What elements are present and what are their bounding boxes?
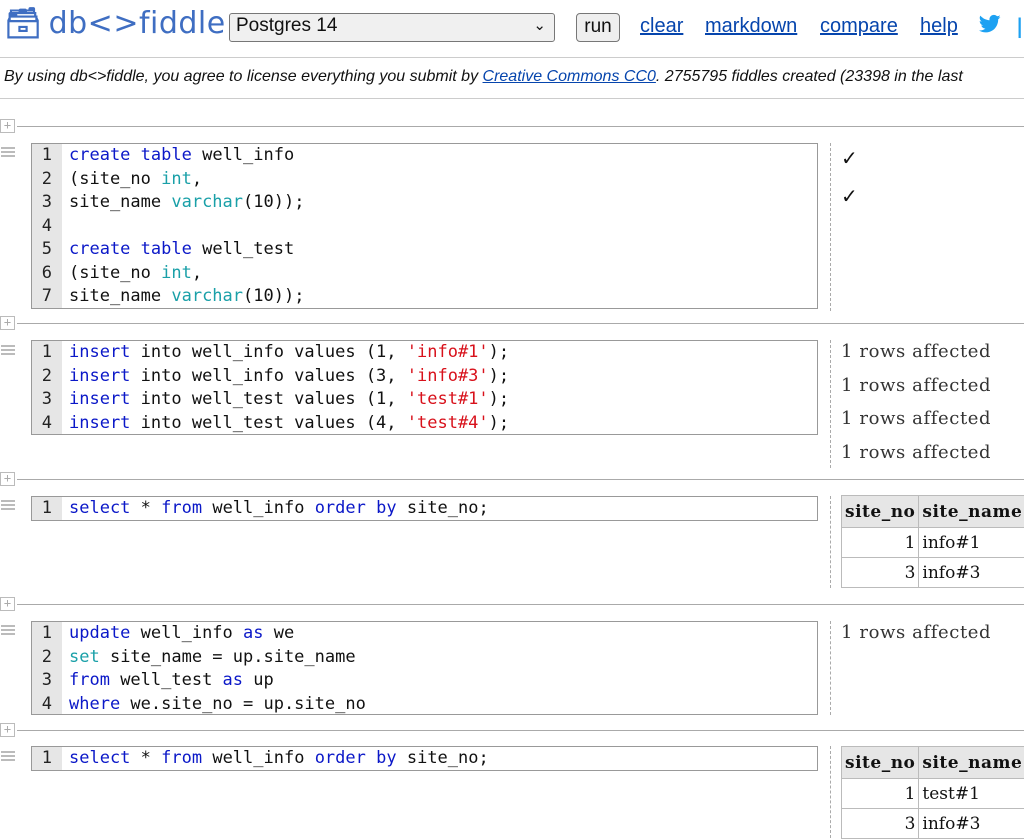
code-line: 4 (32, 215, 817, 239)
fiddle-output: ✓ ✓ (841, 143, 858, 219)
fiddle-divider (17, 730, 1024, 731)
add-fiddle-plus-icon[interactable]: + (0, 316, 15, 330)
code-line: 2set site_name = up.site_name (32, 646, 817, 670)
output-separator (830, 621, 831, 715)
help-link[interactable]: help (920, 15, 958, 38)
logo[interactable]: 🗃︎db<>fiddle (4, 6, 226, 41)
code-line: 4insert into well_test values (4, 'test#… (32, 412, 817, 436)
drag-handle-icon[interactable] (1, 751, 15, 761)
logo-text: db<>fiddle (49, 6, 226, 41)
add-fiddle-plus-icon[interactable]: + (0, 472, 15, 486)
output-separator (830, 143, 831, 311)
code-line: 5create table well_test (32, 238, 817, 262)
rows-affected: 1 rows affected (841, 374, 991, 408)
code-line: 1select * from well_info order by site_n… (32, 747, 817, 771)
license-notice: By using db<>fiddle, you agree to licens… (4, 68, 963, 86)
code-line: 7site_name varchar(10)); (32, 285, 817, 309)
rows-affected: 1 rows affected (841, 621, 991, 655)
header-divider (0, 57, 1024, 58)
twitter-icon[interactable] (979, 14, 1001, 34)
sql-editor[interactable]: 1select * from well_info order by site_n… (31, 746, 818, 771)
add-fiddle-plus-icon[interactable]: + (0, 119, 15, 133)
table-row: 1test#1 (842, 779, 1024, 809)
fiddle-output: 1 rows affected 1 rows affected 1 rows a… (841, 340, 991, 474)
rows-affected: 1 rows affected (841, 340, 991, 374)
markdown-link[interactable]: markdown (705, 15, 797, 38)
db-logo-icon: 🗃︎ (4, 6, 43, 41)
code-line: 3insert into well_test values (1, 'test#… (32, 388, 817, 412)
compare-link[interactable]: compare (820, 15, 898, 38)
license-divider (0, 98, 1024, 99)
success-check-icon: ✓ (841, 143, 858, 181)
table-row: 3info#3 (842, 558, 1024, 588)
code-line: 3from well_test as up (32, 669, 817, 693)
output-separator (830, 496, 831, 588)
sql-editor[interactable]: 1update well_info as we 2set site_name =… (31, 621, 818, 715)
fiddle-divider (17, 126, 1024, 127)
drag-handle-icon[interactable] (1, 147, 15, 157)
add-fiddle-plus-icon[interactable]: + (0, 597, 15, 611)
fiddle-output: 1 rows affected (841, 621, 991, 655)
clear-link[interactable]: clear (640, 15, 683, 38)
rows-affected: 1 rows affected (841, 407, 991, 441)
fiddle-divider (17, 604, 1024, 605)
code-line: 2insert into well_info values (3, 'info#… (32, 365, 817, 389)
add-fiddle-plus-icon[interactable]: + (0, 723, 15, 737)
code-line: 1insert into well_info values (1, 'info#… (32, 341, 817, 365)
cc0-link[interactable]: Creative Commons CC0 (483, 68, 656, 85)
sql-editor[interactable]: 1create table well_info 2(site_no int, 3… (31, 143, 818, 309)
fiddle-output: site_nosite_name 1test#1 3info#3 (841, 746, 1024, 839)
run-button[interactable]: run (576, 13, 620, 42)
output-separator (830, 340, 831, 468)
output-separator (830, 746, 831, 838)
database-select[interactable]: Postgres 14 ⌄ (229, 13, 555, 42)
table-row: 3info#3 (842, 809, 1024, 839)
fiddle-divider (17, 479, 1024, 480)
code-line: 6(site_no int, (32, 262, 817, 286)
result-table: site_nosite_name 1test#1 3info#3 (841, 746, 1024, 839)
drag-handle-icon[interactable] (1, 625, 15, 635)
table-header-row: site_nosite_name (842, 496, 1024, 528)
drag-handle-icon[interactable] (1, 500, 15, 510)
drag-handle-icon[interactable] (1, 345, 15, 355)
code-line: 2(site_no int, (32, 168, 817, 192)
fiddle-divider (17, 323, 1024, 324)
fiddle-output: site_nosite_name 1info#1 3info#3 (841, 495, 1024, 588)
database-select-value: Postgres 14 (236, 15, 337, 36)
table-header-row: site_nosite_name (842, 747, 1024, 779)
code-line: 1select * from well_info order by site_n… (32, 497, 817, 521)
sql-editor[interactable]: 1insert into well_info values (1, 'info#… (31, 340, 818, 435)
code-line: 1update well_info as we (32, 622, 817, 646)
header: 🗃︎db<>fiddle Postgres 14 ⌄ run clear mar… (0, 0, 1024, 56)
overflow-link-icon[interactable]: | (1016, 14, 1024, 36)
table-row: 1info#1 (842, 528, 1024, 558)
result-table: site_nosite_name 1info#1 3info#3 (841, 495, 1024, 588)
chevron-down-icon: ⌄ (533, 16, 546, 34)
code-line: 3site_name varchar(10)); (32, 191, 817, 215)
success-check-icon: ✓ (841, 181, 858, 219)
sql-editor[interactable]: 1select * from well_info order by site_n… (31, 496, 818, 521)
rows-affected: 1 rows affected (841, 441, 991, 475)
code-line: 1create table well_info (32, 144, 817, 168)
code-line: 4where we.site_no = up.site_no (32, 693, 817, 717)
